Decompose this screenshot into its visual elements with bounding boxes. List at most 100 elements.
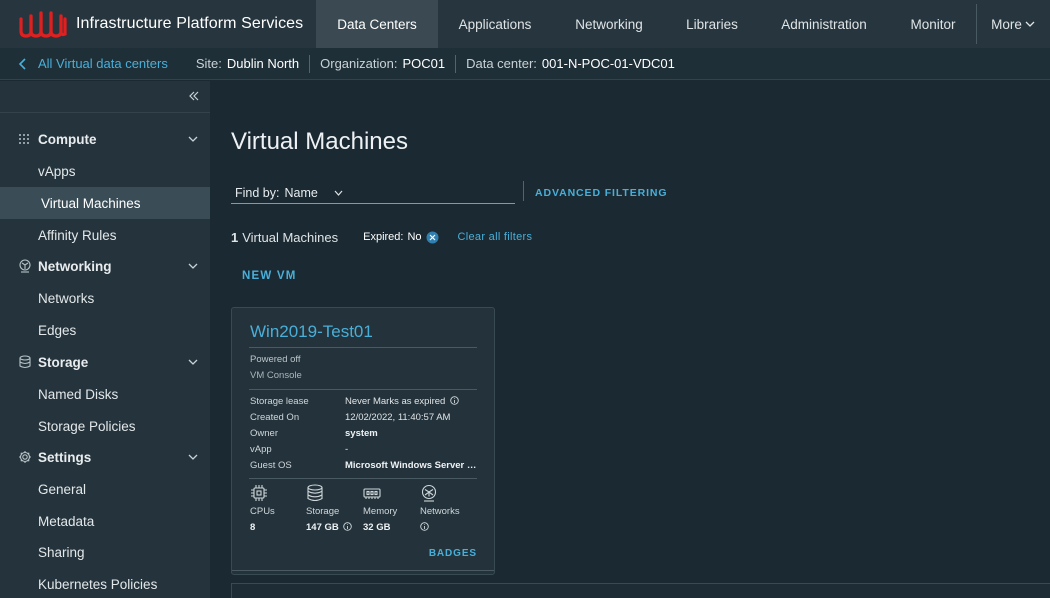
vm-power-status: Powered off (250, 354, 301, 365)
nav-applications[interactable]: Applications (438, 0, 552, 48)
nav-administration[interactable]: Administration (758, 0, 890, 48)
info-icon[interactable] (343, 522, 353, 531)
chevron-down-icon (188, 359, 198, 365)
sidebar-item-affinity-rules[interactable]: Affinity Rules (0, 219, 210, 251)
sidebar-item-edges[interactable]: Edges (0, 314, 210, 346)
org-key: Organization: (320, 56, 398, 71)
brand-logo-icon (19, 11, 67, 38)
resource-memory: Memory 32 GB (363, 484, 419, 533)
resource-value: 8 (250, 522, 256, 533)
site-value: Dublin North (226, 56, 300, 71)
back-to-vdcs-link[interactable]: All Virtual data centers (18, 56, 168, 71)
datacenter-key: Data center: (466, 56, 537, 71)
filter-divider (523, 181, 524, 201)
sidebar-item-sharing[interactable]: Sharing (0, 536, 210, 568)
sidebar-group-storage[interactable]: Storage (0, 346, 210, 378)
chevron-down-icon (1025, 21, 1035, 27)
prop-value: - (345, 444, 349, 455)
nav-libraries[interactable]: Libraries (666, 0, 758, 48)
sidebar-item-metadata[interactable]: Metadata (0, 505, 210, 537)
memory-icon (363, 488, 381, 499)
filter-chip-expired: Expired: No (360, 228, 441, 246)
main-nav: Data Centers Applications Networking Lib… (316, 0, 1049, 48)
network-icon (421, 484, 437, 502)
info-icon[interactable] (450, 396, 459, 405)
datacenter-context: Data center: 001-N-POC-01-VDC01 (466, 56, 675, 71)
site-key: Site: (195, 56, 222, 71)
sidebar-group-networking[interactable]: Networking (0, 250, 210, 282)
results-summary: 1 Virtual Machines Expired: No Clear all… (231, 228, 532, 246)
prop-key: Guest OS (250, 460, 292, 471)
filter-chip-key: Expired: (363, 231, 404, 243)
cpu-icon (251, 485, 267, 501)
sidebar-group-compute[interactable]: Compute (0, 123, 210, 155)
resource-networks: Networks (420, 484, 476, 533)
prop-key: vApp (250, 444, 272, 455)
chevron-down-icon (188, 136, 198, 142)
sidebar-group-label: Storage (38, 354, 89, 370)
card-footer-border (232, 570, 494, 574)
bottom-panel (231, 583, 1050, 598)
brand[interactable]: Infrastructure Platform Services (0, 0, 316, 48)
nav-more[interactable]: More (977, 0, 1049, 48)
resource-value: 147 GB (306, 522, 362, 533)
sidebar-item-virtual-machines[interactable]: Virtual Machines (0, 187, 210, 219)
prop-key: Owner (250, 428, 278, 439)
clear-all-filters-link[interactable]: Clear all filters (458, 231, 533, 243)
resource-label: Memory (363, 506, 398, 517)
badges-button[interactable]: BADGES (429, 548, 477, 559)
sidebar-item-vapps[interactable]: vApps (0, 155, 210, 187)
resource-label: Networks (420, 506, 460, 517)
resource-value: 32 GB (363, 522, 391, 533)
remove-filter-icon[interactable] (426, 231, 439, 244)
sidebar-item-kubernetes-policies[interactable]: Kubernetes Policies (0, 568, 210, 598)
grid-icon (19, 134, 29, 144)
vm-card: Win2019-Test01 Powered off VM Console St… (231, 307, 495, 575)
sidebar-group-label: Compute (38, 131, 97, 147)
sidebar-group-settings[interactable]: Settings (0, 441, 210, 473)
chevron-down-icon (334, 190, 343, 196)
card-divider (249, 389, 477, 390)
advanced-filtering-button[interactable]: ADVANCED FILTERING (535, 187, 667, 199)
prop-vapp: vApp - (250, 444, 480, 460)
storage-icon (307, 484, 323, 502)
site-context: Site: Dublin North (196, 56, 299, 71)
org-context: Organization: POC01 (320, 56, 445, 71)
prop-value: Never Marks as expired (345, 396, 459, 412)
sidebar-divider (0, 112, 210, 113)
sidebar-item-general[interactable]: General (0, 473, 210, 505)
result-count: 1 (231, 229, 239, 245)
top-header: Infrastructure Platform Services Data Ce… (0, 0, 1050, 48)
new-vm-button[interactable]: NEW VM (242, 270, 296, 282)
sidebar-item-networks[interactable]: Networks (0, 282, 210, 314)
sidebar-item-named-disks[interactable]: Named Disks (0, 378, 210, 410)
vm-name-link[interactable]: Win2019-Test01 (250, 322, 373, 342)
page-title: Virtual Machines (231, 128, 408, 155)
nav-networking[interactable]: Networking (552, 0, 666, 48)
sidebar-group-label: Networking (38, 258, 112, 274)
prop-value: Microsoft Windows Server 2019 (64-bit) (345, 460, 480, 471)
collapse-sidebar-icon[interactable] (188, 90, 200, 102)
sidebar-item-storage-policies[interactable]: Storage Policies (0, 410, 210, 442)
context-divider (309, 54, 311, 73)
back-link-label: All Virtual data centers (38, 56, 168, 71)
prop-value: system (345, 428, 378, 439)
gear-icon (19, 451, 31, 463)
result-count-label: Virtual Machines (242, 229, 339, 245)
prop-key: Created On (250, 412, 300, 423)
prop-guest-os: Guest OS Microsoft Windows Server 2019 (… (250, 460, 480, 476)
storage-value: 147 GB (306, 522, 339, 533)
sidebar-group-label: Settings (38, 449, 92, 465)
vm-console-link[interactable]: VM Console (250, 370, 302, 381)
nav-data-centers[interactable]: Data Centers (316, 0, 438, 48)
find-by-select[interactable]: Find by: Name (231, 182, 515, 204)
resource-label: CPUs (250, 506, 275, 517)
info-icon[interactable] (420, 522, 429, 531)
chevron-left-icon (18, 57, 26, 70)
prop-created-on: Created On 12/02/2022, 11:40:57 AM (250, 412, 480, 428)
context-divider (455, 54, 457, 73)
org-value: POC01 (402, 56, 446, 71)
nav-monitor[interactable]: Monitor (890, 0, 976, 48)
card-divider (249, 347, 477, 348)
brand-title: Infrastructure Platform Services (76, 15, 304, 32)
